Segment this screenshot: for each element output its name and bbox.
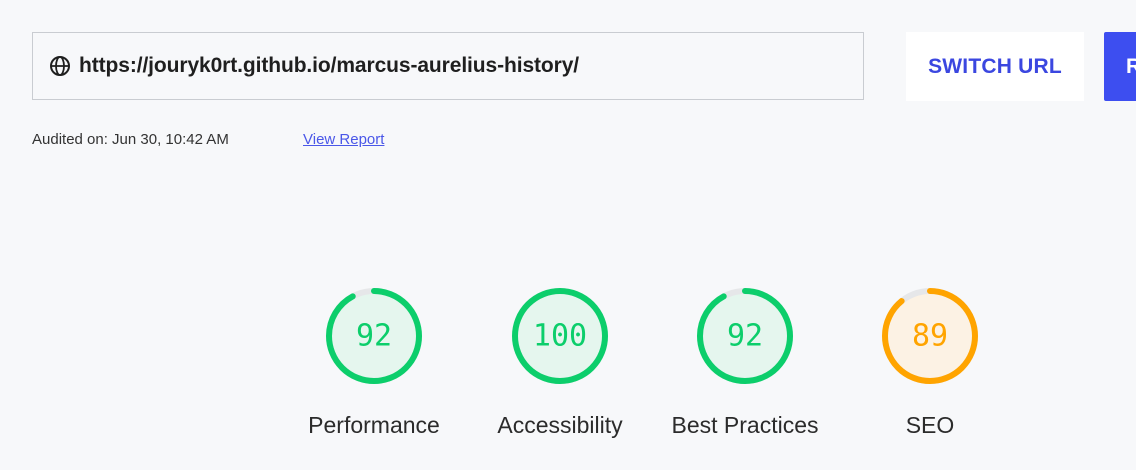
audited-timestamp: Audited on: Jun 30, 10:42 AM — [32, 131, 229, 148]
score-gauge-seo[interactable]: 89 SEO — [855, 286, 1005, 439]
globe-icon — [49, 55, 71, 77]
score-value: 92 — [727, 319, 763, 354]
score-label: SEO — [905, 412, 955, 438]
score-ring: 100 — [512, 288, 608, 384]
score-label: Performance — [308, 412, 440, 438]
score-ring: 89 — [882, 288, 978, 384]
switch-url-button[interactable]: SWITCH URL — [906, 32, 1084, 101]
lighthouse-report-page: https://jouryk0rt.github.io/marcus-aurel… — [0, 0, 1136, 470]
url-text: https://jouryk0rt.github.io/marcus-aurel… — [79, 54, 580, 77]
score-value: 92 — [356, 319, 392, 354]
score-label: Best Practices — [671, 412, 819, 438]
view-report-link[interactable]: View Report — [303, 131, 384, 148]
score-label: Accessibility — [497, 412, 623, 438]
score-ring: 92 — [697, 288, 793, 384]
score-value: 89 — [912, 319, 948, 354]
score-ring: 92 — [326, 288, 422, 384]
score-gauge-best-practices[interactable]: 92 Best Practices — [670, 286, 820, 439]
score-gauge-performance[interactable]: 92 Performance — [299, 286, 449, 439]
score-gauge-accessibility[interactable]: 100 Accessibility — [485, 286, 635, 439]
run-button[interactable]: R — [1104, 32, 1136, 101]
url-field[interactable]: https://jouryk0rt.github.io/marcus-aurel… — [32, 32, 864, 100]
score-value: 100 — [533, 319, 587, 354]
